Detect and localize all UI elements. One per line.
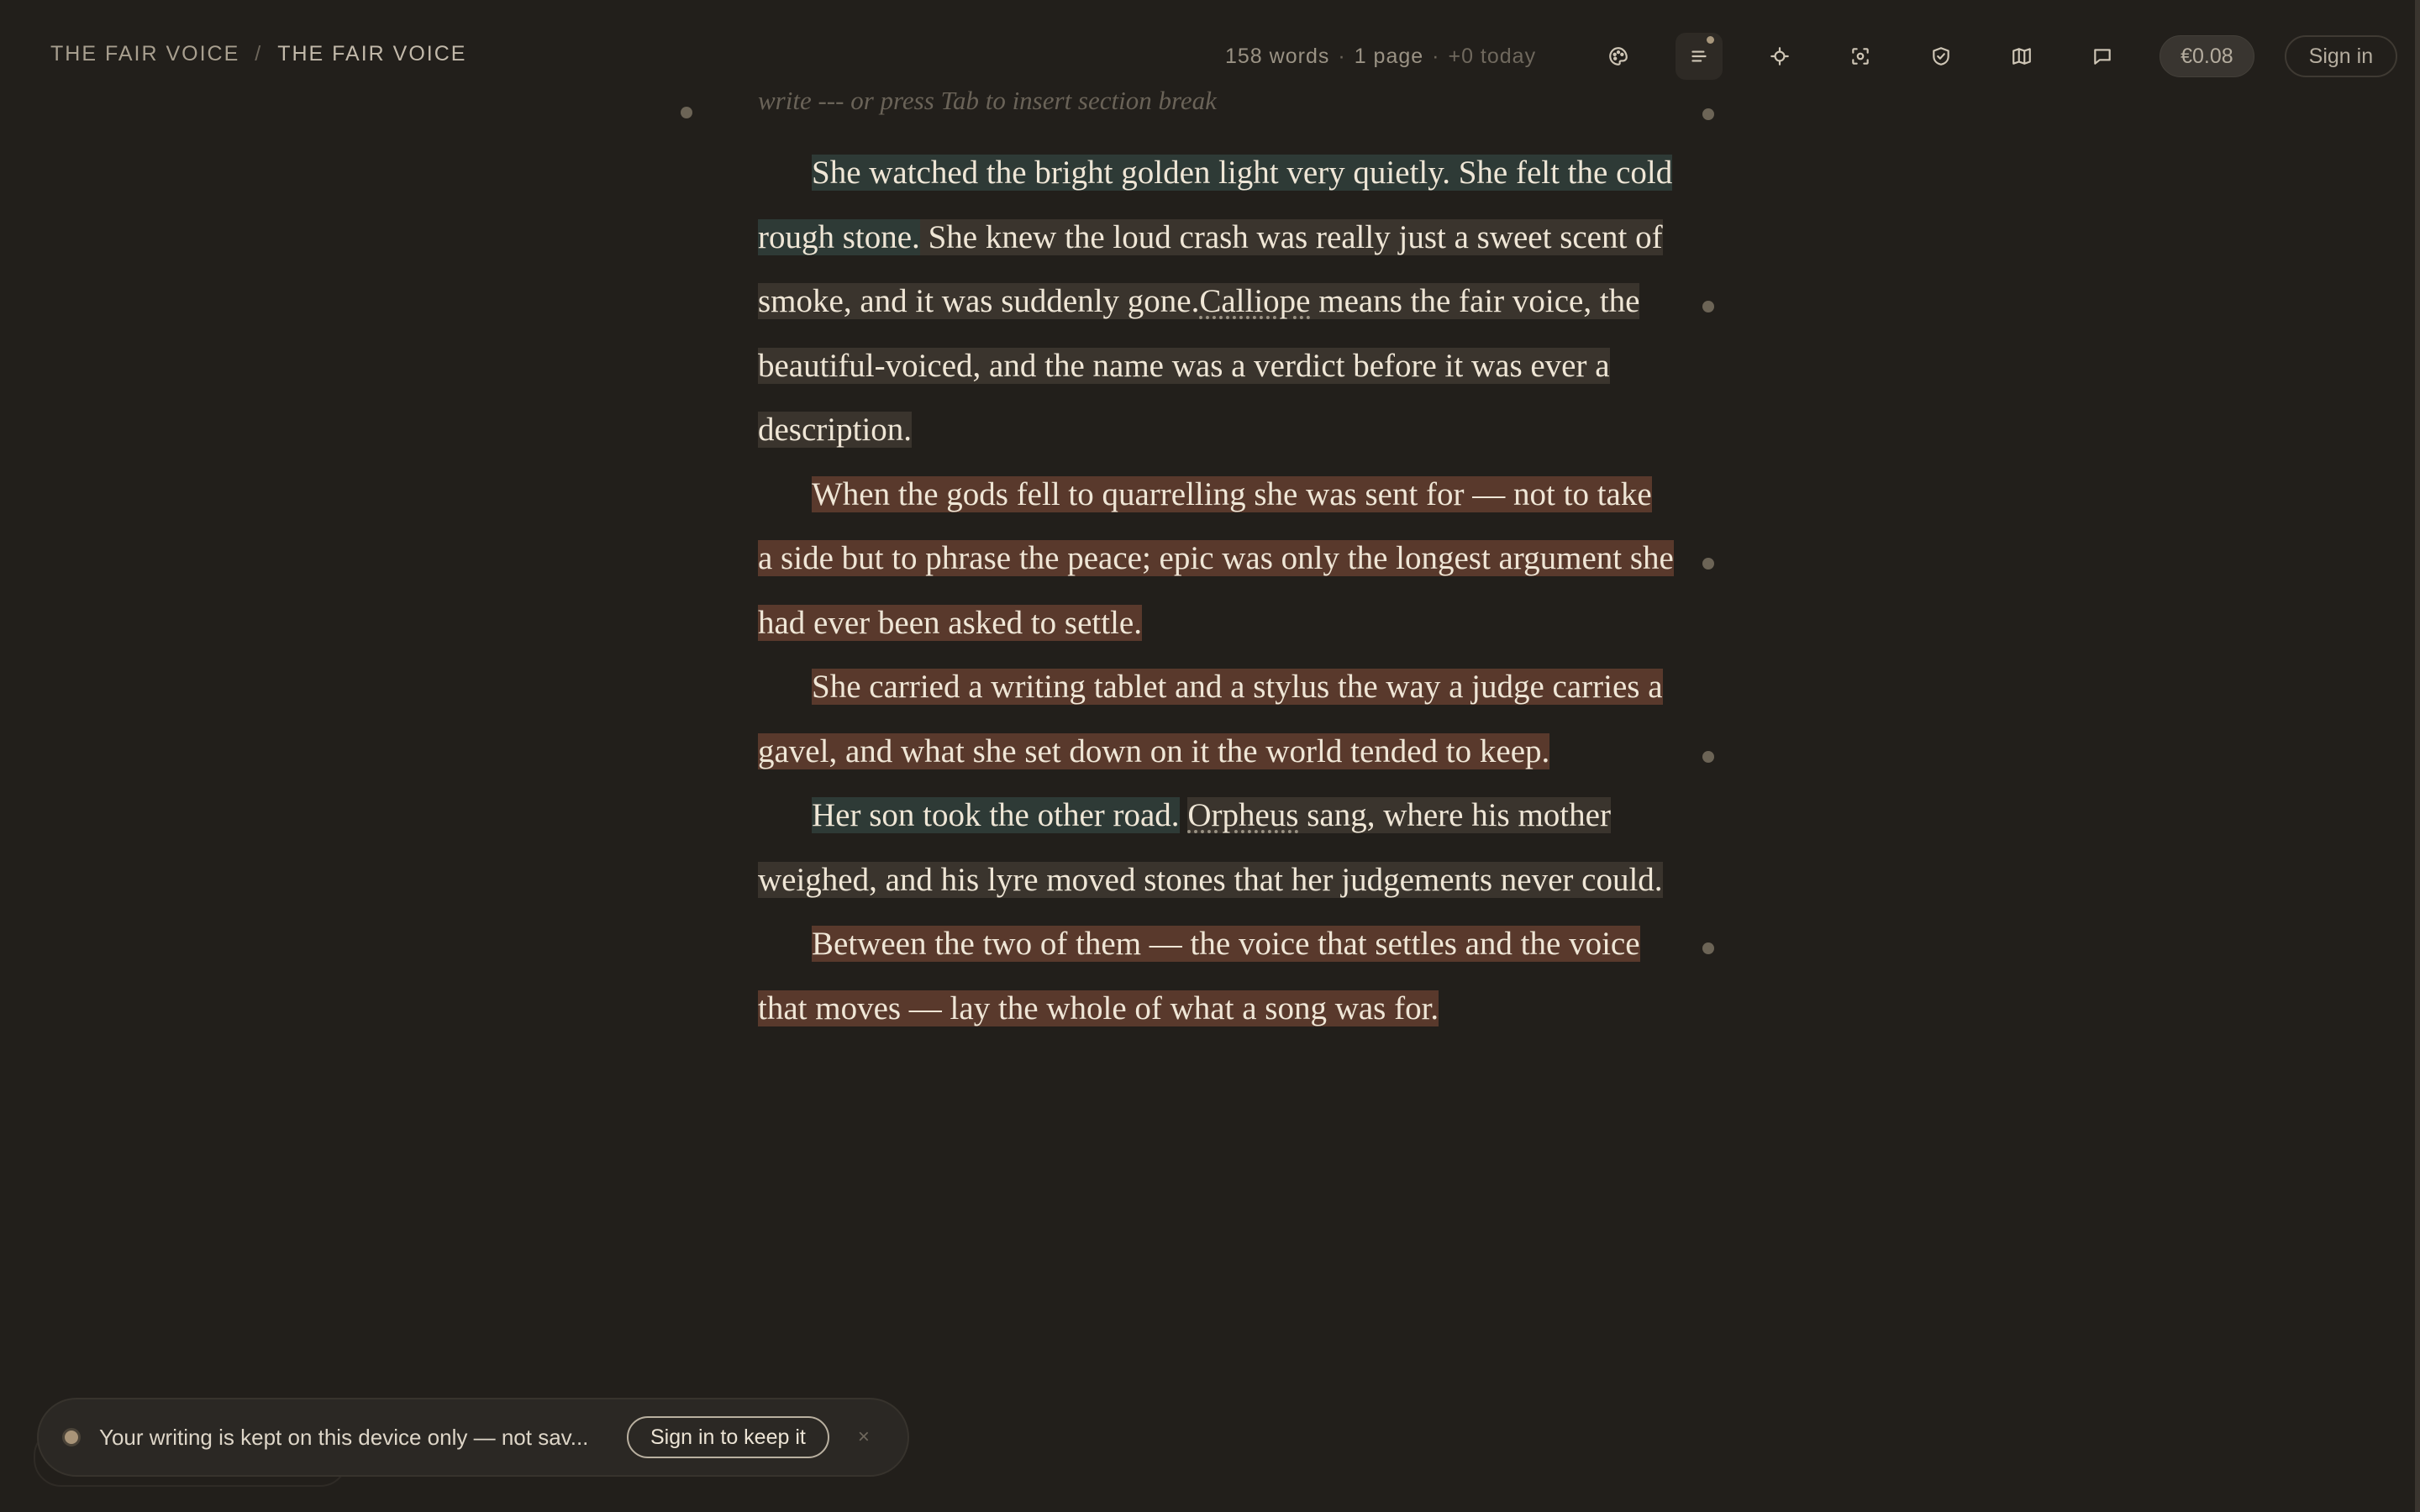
shield-check-icon[interactable] <box>1918 33 1965 80</box>
close-icon[interactable]: × <box>858 1425 870 1449</box>
toast-message: Your writing is kept on this device only… <box>99 1424 589 1450</box>
paragraph-marker[interactable] <box>1702 751 1714 763</box>
paragraph-3[interactable]: She carried a writing tablet and a stylu… <box>758 655 1674 784</box>
reference-link[interactable]: Orpheus <box>1187 797 1299 833</box>
sign-in-button[interactable]: Sign in <box>2284 35 2398 77</box>
reference-link[interactable]: Calliope <box>1199 283 1311 319</box>
paragraph-marker[interactable] <box>1702 942 1714 954</box>
word-stats[interactable]: 158 words · 1 page · +0 today <box>1225 45 1536 69</box>
editor-document[interactable]: She watched the bright golden light very… <box>758 141 1674 1041</box>
top-toolbar: 158 words · 1 page · +0 today €0.08 Sign in <box>1225 33 2398 80</box>
sentence-highlight[interactable]: She carried a writing tablet and a stylu… <box>758 669 1663 769</box>
today-count: +0 today <box>1448 44 1537 68</box>
comment-icon[interactable] <box>2079 33 2126 80</box>
breadcrumb-project[interactable]: THE FAIR VOICE <box>50 42 239 66</box>
breadcrumb: THE FAIR VOICE / THE FAIR VOICE <box>50 42 466 66</box>
page-count: 1 page <box>1354 44 1424 68</box>
paragraph-2[interactable]: When the gods fell to quarrelling she wa… <box>758 463 1674 656</box>
sentence-highlight[interactable]: Between the two of them — the voice that… <box>758 926 1640 1026</box>
paragraph-marker[interactable] <box>1702 301 1714 312</box>
word-count: 158 words <box>1225 44 1330 68</box>
paragraph-4[interactable]: Her son took the other road. Orpheus san… <box>758 784 1674 912</box>
notification-dot <box>1707 36 1715 44</box>
focus-target-icon[interactable] <box>1756 33 1803 80</box>
section-break-hint: write --- or press Tab to insert section… <box>758 86 1217 115</box>
map-icon[interactable] <box>1998 33 2045 80</box>
local-storage-toast: Your writing is kept on this device only… <box>37 1398 909 1477</box>
breadcrumb-separator: / <box>255 42 263 66</box>
paragraph-marker[interactable] <box>1702 558 1714 570</box>
left-margin-dot[interactable] <box>681 107 692 118</box>
outline-icon[interactable] <box>1676 33 1723 80</box>
paragraph-1[interactable]: She watched the bright golden light very… <box>758 141 1674 463</box>
paragraph-5[interactable]: Between the two of them — the voice that… <box>758 912 1674 1041</box>
sentence-highlight[interactable]: Her son took the other road. <box>812 797 1180 833</box>
window-scrollbar[interactable] <box>2415 0 2420 1512</box>
sign-in-to-keep-button[interactable]: Sign in to keep it <box>627 1416 829 1458</box>
breadcrumb-document[interactable]: THE FAIR VOICE <box>277 42 466 66</box>
sentence-highlight[interactable]: When the gods fell to quarrelling she wa… <box>758 475 1674 641</box>
screenshot-frame-icon[interactable] <box>1837 33 1884 80</box>
balance-button[interactable]: €0.08 <box>2160 35 2254 77</box>
status-dot-icon <box>62 1428 81 1446</box>
paragraph-marker[interactable] <box>1702 108 1714 120</box>
palette-icon[interactable] <box>1595 33 1642 80</box>
